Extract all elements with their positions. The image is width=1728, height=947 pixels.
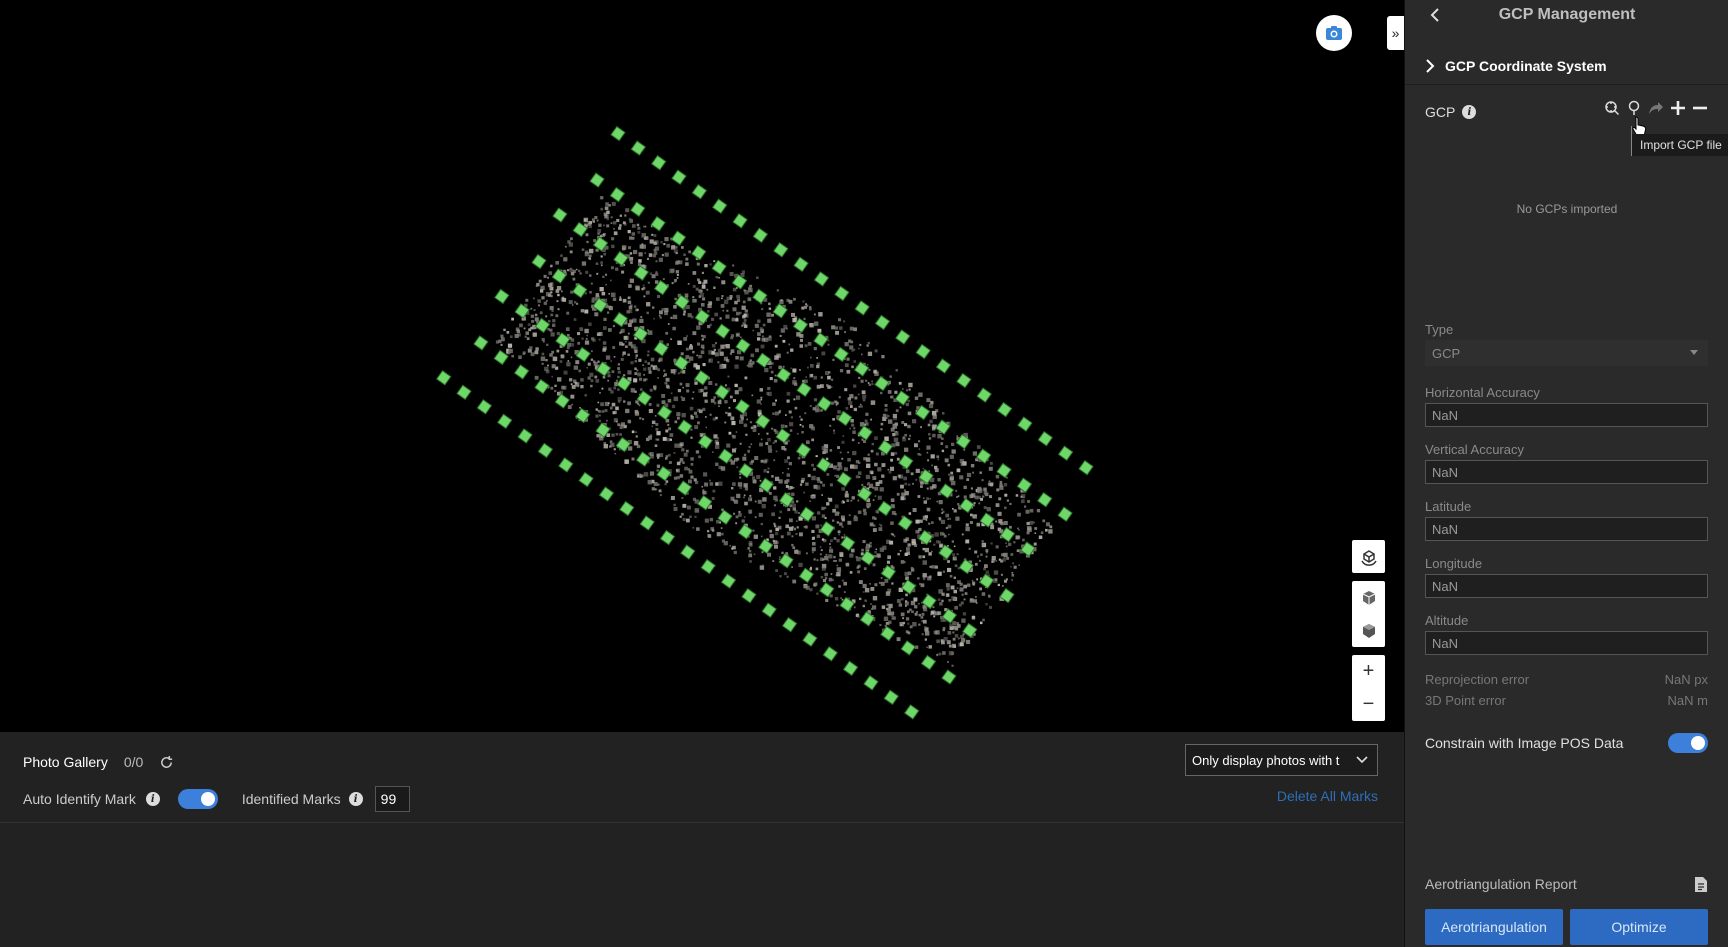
gcp-tool-group	[1604, 100, 1708, 116]
zoom-in-button[interactable]: +	[1352, 655, 1385, 688]
point-cloud[interactable]	[0, 0, 1404, 732]
document-icon[interactable]	[1694, 876, 1708, 893]
info-icon[interactable]: i	[145, 792, 160, 806]
longitude-label: Longitude	[1425, 556, 1483, 571]
constrain-pos-label: Constrain with Image POS Data	[1425, 735, 1624, 751]
photo-gallery-panel: Photo Gallery 0/0 Auto Identify Mark i I…	[0, 732, 1404, 947]
horizontal-accuracy-label: Horizontal Accuracy	[1425, 385, 1540, 400]
gcp-management-panel: GCP Management GCP Coordinate System GCP…	[1404, 0, 1728, 947]
gcp-list-empty: No GCPs imported	[1516, 202, 1618, 216]
point-cloud-points	[495, 196, 1053, 667]
vertical-accuracy-input[interactable]: NaN	[1425, 460, 1708, 484]
type-select[interactable]: GCP	[1425, 340, 1708, 366]
cube-top-icon	[1362, 623, 1375, 638]
remove-gcp-button[interactable]	[1692, 100, 1708, 116]
photo-filter-select[interactable]: Only display photos with t	[1185, 744, 1378, 776]
horizontal-accuracy-input[interactable]: NaN	[1425, 403, 1708, 427]
point-error-row: 3D Point error NaN m	[1425, 693, 1708, 708]
perspective-view-button[interactable]	[1352, 581, 1385, 614]
location-pin-icon	[1628, 100, 1640, 115]
longitude-input[interactable]: NaN	[1425, 574, 1708, 598]
altitude-label: Altitude	[1425, 613, 1469, 628]
gcp-coordinate-system-label: GCP Coordinate System	[1445, 57, 1607, 74]
3d-viewport[interactable]: » + −	[0, 0, 1404, 732]
orthographic-view-button[interactable]	[1352, 614, 1385, 647]
identified-marks-input[interactable]: 99	[374, 786, 410, 812]
export-gcp-button[interactable]	[1648, 100, 1664, 116]
type-value: GCP	[1432, 345, 1461, 361]
refresh-icon[interactable]	[159, 755, 174, 770]
add-gcp-button[interactable]	[1670, 100, 1686, 116]
delete-all-marks-link[interactable]: Delete All Marks	[1277, 788, 1378, 804]
chevron-right-icon	[1426, 58, 1435, 73]
gcp-coordinate-system-toggle[interactable]: GCP Coordinate System	[1405, 47, 1728, 85]
reset-view-button[interactable]	[1352, 540, 1385, 573]
auto-identify-label: Auto Identify Mark	[23, 791, 136, 807]
chevron-left-icon	[1430, 8, 1439, 22]
view-mode-group	[1352, 581, 1385, 647]
divider	[0, 822, 1404, 823]
share-arrow-icon	[1649, 102, 1663, 114]
aerotriangulation-report-label: Aerotriangulation Report	[1425, 876, 1577, 892]
gallery-header: Photo Gallery 0/0	[23, 752, 174, 772]
plus-icon	[1671, 101, 1685, 115]
panel-title: GCP Management	[1498, 6, 1636, 23]
reprojection-error-label: Reprojection error	[1425, 672, 1530, 687]
camera-icon	[1326, 26, 1342, 40]
zoom-group: + −	[1352, 655, 1385, 721]
cube-icon	[1362, 590, 1375, 605]
auto-identify-toggle[interactable]	[177, 789, 218, 809]
auto-detect-gcp-button[interactable]	[1604, 100, 1620, 116]
chevron-down-icon	[1356, 756, 1368, 764]
zoom-out-button[interactable]: −	[1352, 688, 1385, 721]
view-reset-group	[1352, 540, 1385, 573]
back-button[interactable]	[1425, 4, 1445, 26]
photo-filter-value: Only display photos with t	[1192, 752, 1340, 768]
vertical-accuracy-label: Vertical Accuracy	[1425, 442, 1524, 457]
import-gcp-file-button[interactable]	[1626, 100, 1642, 116]
minus-icon: −	[1362, 693, 1375, 715]
mark-controls: Auto Identify Mark i Identified Marks i …	[23, 786, 410, 812]
screenshot-button[interactable]	[1316, 15, 1352, 51]
gallery-title: Photo Gallery	[23, 754, 108, 770]
latitude-label: Latitude	[1425, 499, 1472, 514]
info-icon[interactable]: i	[348, 792, 363, 806]
optimize-button[interactable]: Optimize	[1570, 909, 1708, 945]
plus-icon: +	[1362, 660, 1375, 682]
rotate-cube-icon	[1360, 549, 1377, 566]
camera-position-markers	[436, 125, 1094, 720]
identified-marks-label: Identified Marks	[241, 791, 341, 807]
type-label: Type	[1425, 322, 1454, 337]
reprojection-error-value: NaN px	[1664, 672, 1708, 687]
aerotriangulation-button[interactable]: Aerotriangulation	[1425, 909, 1563, 945]
point-error-label: 3D Point error	[1425, 693, 1506, 708]
altitude-input[interactable]: NaN	[1425, 631, 1708, 655]
aerotriangulation-report-row: Aerotriangulation Report	[1425, 874, 1708, 894]
minus-icon	[1693, 106, 1707, 110]
panel-header: GCP Management	[1405, 0, 1728, 30]
caret-down-icon	[1690, 350, 1698, 355]
latitude-input[interactable]: NaN	[1425, 517, 1708, 541]
point-error-value: NaN m	[1667, 693, 1708, 708]
target-search-icon	[1605, 101, 1620, 116]
gallery-count: 0/0	[123, 754, 144, 770]
info-icon[interactable]: i	[1462, 105, 1477, 119]
gcp-label: GCP	[1425, 104, 1456, 120]
constrain-pos-row: Constrain with Image POS Data	[1425, 733, 1708, 753]
collapse-panel-button[interactable]: »	[1387, 16, 1404, 50]
constrain-pos-toggle[interactable]	[1668, 733, 1708, 753]
reprojection-error-row: Reprojection error NaN px	[1425, 672, 1708, 687]
double-chevron-right-icon: »	[1391, 25, 1400, 41]
app-window: » + − Photo Gallery 0/0 Auto Identify Ma…	[0, 0, 1728, 947]
